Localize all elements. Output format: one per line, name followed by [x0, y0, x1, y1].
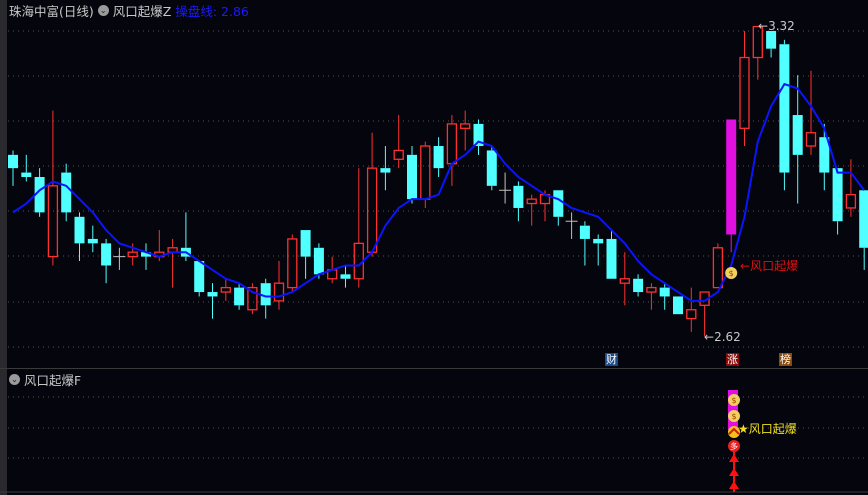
candle-up	[273, 282, 285, 302]
candle-down	[553, 190, 564, 217]
money-bag-icon-glyph: $	[729, 269, 734, 278]
candle-down	[673, 296, 683, 315]
candle-down	[300, 230, 311, 257]
candle-down	[792, 115, 803, 155]
tag-finance[interactable]: 财	[605, 353, 618, 366]
candle-down	[207, 292, 218, 297]
arrow-up-icons	[729, 454, 739, 489]
candle-up	[47, 185, 59, 258]
candle-down	[61, 172, 72, 213]
candle-up	[287, 238, 298, 289]
high-price-label: ←3.32	[758, 19, 795, 33]
signal-text: 风口起爆	[750, 259, 799, 273]
candle-up	[460, 123, 471, 129]
low-price-value: 2.62	[714, 330, 741, 344]
candle-down	[779, 44, 790, 173]
candle-down	[593, 238, 604, 244]
candle-down	[433, 146, 444, 169]
candle-down	[606, 238, 617, 279]
candle-up	[366, 167, 378, 253]
candle-up	[526, 198, 537, 205]
tag-rise[interactable]: 涨	[726, 353, 739, 366]
sub-signal-label: ★风口起爆	[738, 422, 797, 436]
candle-down	[766, 30, 777, 49]
candle-down	[313, 247, 324, 275]
candle-down	[340, 274, 351, 279]
candle-down	[101, 243, 112, 266]
signal-candle	[726, 119, 737, 235]
candle-up	[446, 123, 458, 165]
low-price-label: ←2.62	[704, 330, 741, 344]
duo-badge-icon: 多	[728, 440, 740, 452]
candle-down	[513, 185, 524, 208]
candle-down	[8, 154, 18, 169]
candle-up	[127, 251, 138, 258]
candle-down	[832, 168, 843, 222]
candle-down	[234, 287, 245, 306]
candlestick-chart[interactable]: $	[0, 0, 868, 368]
ma-line-value: 操盘线: 2.86	[175, 4, 249, 19]
candle-up	[619, 278, 630, 284]
stock-title: 珠海中富(日线)	[9, 4, 94, 19]
candle-up	[220, 286, 231, 293]
candle-up	[686, 309, 697, 320]
candle-down	[579, 225, 590, 239]
candle-down	[87, 238, 98, 244]
chart-header: 珠海中富(日线) ⌄ 风口起爆Z 操盘线: 2.86	[9, 1, 249, 20]
indicator-name[interactable]: 风口起爆Z	[113, 1, 172, 20]
svg-text:$: $	[731, 396, 736, 405]
candle-down	[21, 172, 32, 177]
candle-down	[486, 150, 497, 186]
high-price-value: 3.32	[768, 19, 795, 33]
chevron-down-icon[interactable]: ⌄	[97, 5, 109, 16]
candle-up	[845, 194, 857, 209]
candle-up	[739, 56, 750, 129]
candle-down	[659, 287, 670, 297]
candle-down	[859, 190, 868, 248]
candle-up	[393, 149, 404, 160]
candle-up	[420, 145, 431, 200]
candle-down	[74, 216, 85, 244]
candle-down	[407, 154, 417, 200]
svg-text:多: 多	[730, 441, 738, 451]
ma-line	[12, 82, 865, 302]
candle-down	[633, 278, 644, 293]
candle-up	[646, 286, 657, 293]
candle-down	[380, 168, 391, 173]
svg-text:$: $	[731, 412, 736, 421]
signal-label: ←风口起爆	[740, 259, 799, 273]
tag-rank[interactable]: 榜	[779, 353, 792, 366]
candle-up	[712, 247, 724, 289]
candle-up	[805, 132, 817, 147]
candle-down	[194, 261, 205, 293]
money-bag-icon: $	[728, 394, 740, 406]
